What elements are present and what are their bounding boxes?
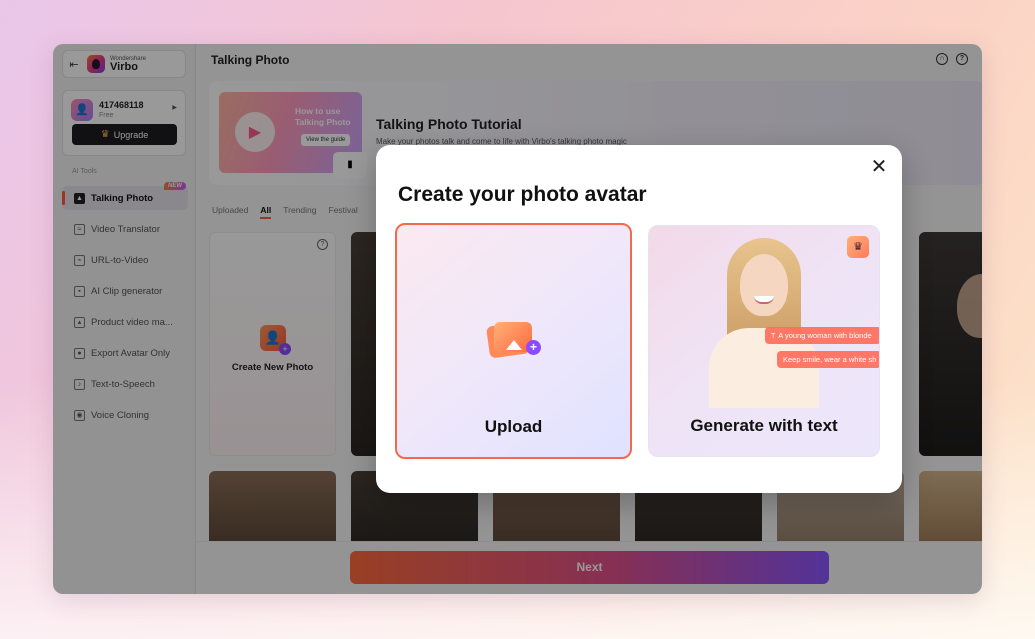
sample-avatar-image: [709, 238, 819, 408]
prompt-chip: TA young woman with blonde: [765, 327, 879, 344]
generate-with-text-option[interactable]: ♛ TA young woman with blonde Keep smile,…: [648, 225, 880, 457]
upload-label: Upload: [484, 417, 543, 436]
upload-option[interactable]: + Upload: [395, 223, 632, 459]
crown-icon: ♛: [847, 236, 869, 258]
close-icon[interactable]: ✕: [870, 157, 888, 177]
generate-label: Generate with text: [690, 416, 838, 435]
upload-photo-icon: +: [485, 320, 541, 360]
create-avatar-modal: ✕ Create your photo avatar + Upload ♛ TA…: [376, 145, 902, 493]
modal-title: Create your photo avatar: [398, 183, 647, 206]
text-icon: T: [771, 333, 776, 340]
prompt-chip: Keep smile, wear a white sh: [777, 351, 879, 368]
